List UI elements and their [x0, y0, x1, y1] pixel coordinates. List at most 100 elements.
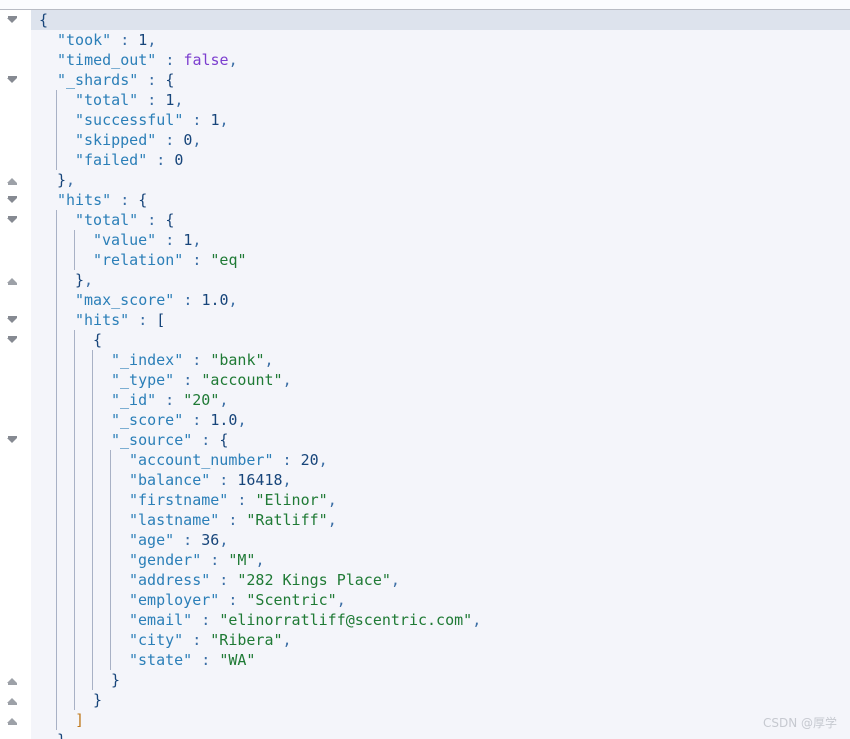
- code-token-p: ,: [219, 531, 229, 549]
- code-line-text: }: [31, 670, 120, 690]
- fold-end-marker-icon[interactable]: [7, 715, 18, 726]
- code-line[interactable]: "state" : "WA": [0, 650, 850, 670]
- code-line-text: "_score" : 1.0,: [31, 410, 246, 430]
- code-token-p: ,: [282, 371, 292, 389]
- code-token-k: "balance": [129, 471, 211, 489]
- code-line[interactable]: "total" : 1,: [0, 90, 850, 110]
- code-token-p: :: [210, 471, 238, 489]
- code-token-p: ,: [147, 31, 157, 49]
- code-line[interactable]: "firstname" : "Elinor",: [0, 490, 850, 510]
- code-line[interactable]: }: [0, 730, 850, 739]
- code-token-p: :: [174, 531, 202, 549]
- code-line[interactable]: {: [0, 10, 850, 30]
- code-token-p: ,: [228, 51, 238, 69]
- code-token-k: "address": [129, 571, 211, 589]
- code-line[interactable]: "age" : 36,: [0, 530, 850, 550]
- fold-collapse-marker-icon[interactable]: [7, 75, 18, 86]
- code-line[interactable]: "_id" : "20",: [0, 390, 850, 410]
- fold-collapse-marker-icon[interactable]: [7, 315, 18, 326]
- code-token-brb: {: [138, 191, 148, 209]
- indent-guide: [92, 350, 93, 690]
- code-token-k: "_shards": [57, 71, 139, 89]
- code-line[interactable]: "city" : "Ribera",: [0, 630, 850, 650]
- code-line[interactable]: "email" : "elinorratliff@scentric.com",: [0, 610, 850, 630]
- code-line-text: "account_number" : 20,: [31, 450, 328, 470]
- fold-collapse-marker-icon[interactable]: [7, 15, 18, 26]
- code-token-k: "state": [129, 651, 193, 669]
- code-line[interactable]: "relation" : "eq": [0, 250, 850, 270]
- code-line[interactable]: "failed" : 0: [0, 150, 850, 170]
- code-token-k: "failed": [75, 151, 148, 169]
- code-token-k: "value": [93, 231, 157, 249]
- json-response-viewer: {"took" : 1, "timed_out" : false, "_shards…: [0, 0, 850, 739]
- code-token-k: "_score": [111, 411, 184, 429]
- code-token-n: 1: [138, 31, 148, 49]
- code-line[interactable]: ]: [0, 710, 850, 730]
- code-line[interactable]: "_type" : "account",: [0, 370, 850, 390]
- code-token-p: ,: [390, 571, 400, 589]
- code-token-p: :: [129, 311, 157, 329]
- indent-guide: [56, 210, 57, 730]
- code-line[interactable]: "hits" : [: [0, 310, 850, 330]
- code-line[interactable]: "_shards" : {: [0, 70, 850, 90]
- code-line[interactable]: },: [0, 270, 850, 290]
- code-token-p: ,: [282, 471, 292, 489]
- code-token-n: 1: [165, 91, 175, 109]
- code-line-text: "max_score" : 1.0,: [31, 290, 238, 310]
- code-line-text: "balance" : 16418,: [31, 470, 292, 490]
- code-token-brb: {: [165, 71, 175, 89]
- code-line[interactable]: "value" : 1,: [0, 230, 850, 250]
- code-line[interactable]: {: [0, 330, 850, 350]
- code-line[interactable]: },: [0, 170, 850, 190]
- code-token-p: :: [174, 371, 202, 389]
- code-line[interactable]: "_index" : "bank",: [0, 350, 850, 370]
- code-token-k: "skipped": [75, 131, 157, 149]
- code-token-n: 1.0: [201, 291, 229, 309]
- code-token-brb: {: [165, 211, 175, 229]
- fold-end-marker-icon[interactable]: [7, 675, 18, 686]
- fold-end-marker-icon[interactable]: [7, 175, 18, 186]
- code-line[interactable]: "max_score" : 1.0,: [0, 290, 850, 310]
- code-line[interactable]: "_source" : {: [0, 430, 850, 450]
- code-line[interactable]: "skipped" : 0,: [0, 130, 850, 150]
- code-lines[interactable]: {"took" : 1, "timed_out" : false, "_shards…: [0, 10, 850, 739]
- code-line[interactable]: "successful" : 1,: [0, 110, 850, 130]
- code-line-text: "email" : "elinorratliff@scentric.com",: [31, 610, 481, 630]
- code-token-p: :: [192, 651, 220, 669]
- code-line[interactable]: "balance" : 16418,: [0, 470, 850, 490]
- fold-collapse-marker-icon[interactable]: [7, 215, 18, 226]
- code-token-s: "Scentric": [246, 591, 337, 609]
- code-line[interactable]: "lastname" : "Ratliff",: [0, 510, 850, 530]
- code-line[interactable]: "_score" : 1.0,: [0, 410, 850, 430]
- code-token-p: ,: [336, 591, 346, 609]
- fold-collapse-marker-icon[interactable]: [7, 335, 18, 346]
- code-line[interactable]: "took" : 1,: [0, 30, 850, 50]
- code-token-br: ]: [75, 711, 85, 729]
- code-line[interactable]: "account_number" : 20,: [0, 450, 850, 470]
- fold-collapse-marker-icon[interactable]: [7, 195, 18, 206]
- code-token-p: ,: [192, 131, 202, 149]
- fold-gutter[interactable]: [0, 10, 30, 739]
- fold-collapse-marker-icon[interactable]: [7, 435, 18, 446]
- code-token-k: "firstname": [129, 491, 229, 509]
- code-line[interactable]: "address" : "282 Kings Place",: [0, 570, 850, 590]
- code-line[interactable]: "hits" : {: [0, 190, 850, 210]
- code-token-brb: {: [39, 11, 49, 29]
- fold-end-marker-icon[interactable]: [7, 275, 18, 286]
- code-line-text: "failed" : 0: [31, 150, 183, 170]
- code-token-p: :: [210, 571, 238, 589]
- code-token-k: "relation": [93, 251, 184, 269]
- code-line-text: "city" : "Ribera",: [31, 630, 292, 650]
- code-line[interactable]: "gender" : "M",: [0, 550, 850, 570]
- code-line[interactable]: }: [0, 690, 850, 710]
- code-token-p: ,: [84, 271, 94, 289]
- code-line[interactable]: "employer" : "Scentric",: [0, 590, 850, 610]
- indent-guide: [74, 330, 75, 710]
- code-line-text: "hits" : {: [31, 190, 147, 210]
- code-token-p: ,: [228, 291, 238, 309]
- code-line[interactable]: "total" : {: [0, 210, 850, 230]
- code-line[interactable]: }: [0, 670, 850, 690]
- code-line-text: "hits" : [: [31, 310, 165, 330]
- fold-end-marker-icon[interactable]: [7, 695, 18, 706]
- code-line[interactable]: "timed_out" : false,: [0, 50, 850, 70]
